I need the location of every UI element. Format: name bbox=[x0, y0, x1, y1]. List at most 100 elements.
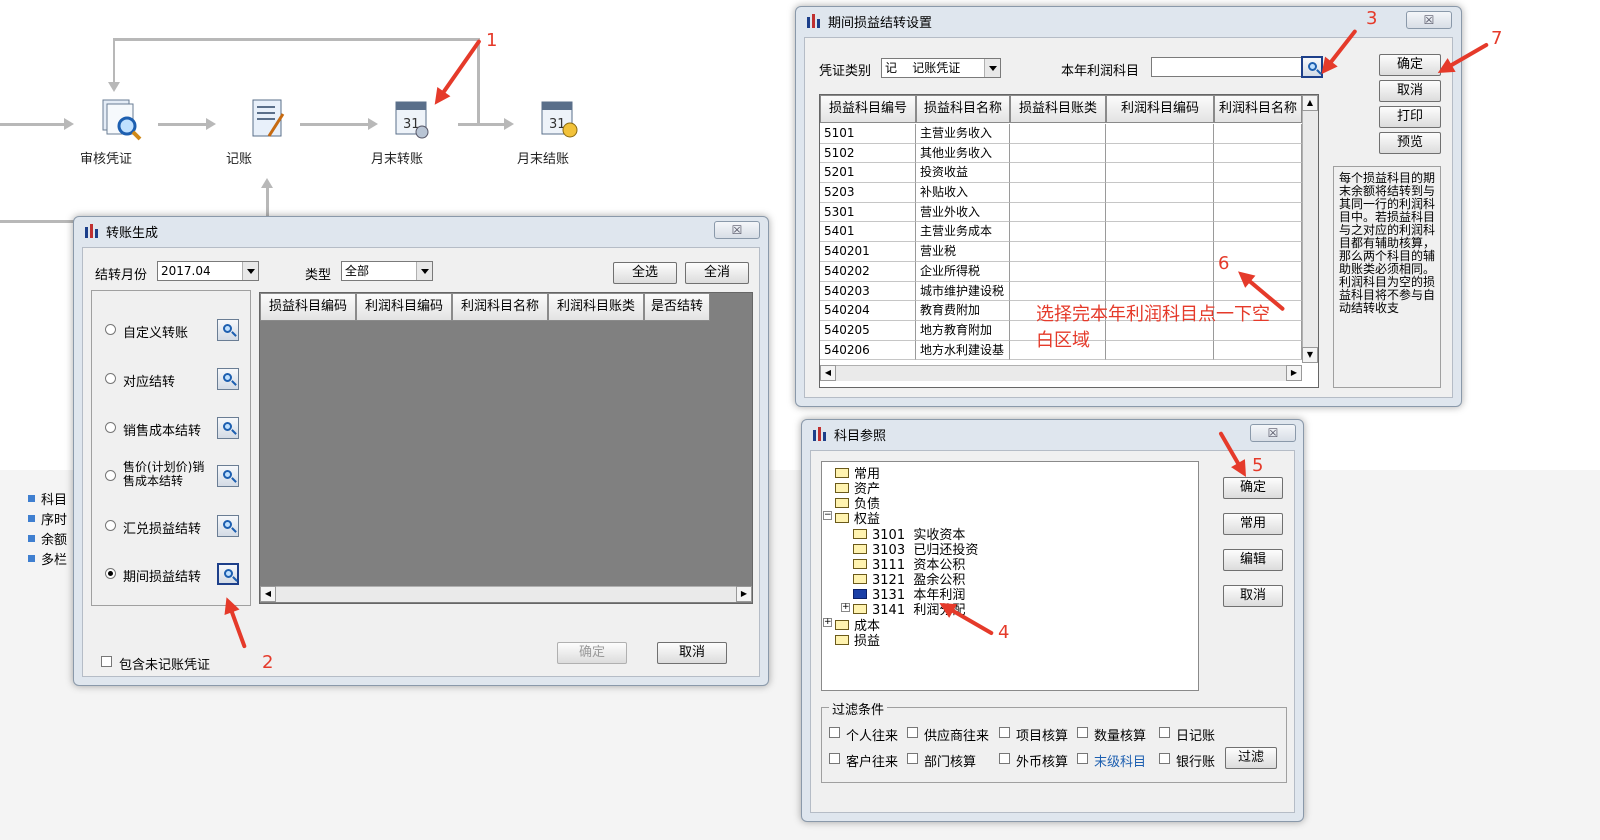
table-row[interactable]: 5301 营业外收入 bbox=[820, 202, 1302, 223]
voucher-type-select[interactable]: 记 记账凭证 bbox=[881, 58, 1001, 78]
confirm-button[interactable]: 确定 bbox=[1379, 54, 1441, 76]
table-row[interactable]: 5401 主营业务成本 bbox=[820, 222, 1302, 243]
table-row[interactable]: 5201 投资收益 bbox=[820, 163, 1302, 184]
filter-label: 银行账 bbox=[1176, 755, 1216, 770]
filter-checkbox[interactable] bbox=[829, 753, 840, 764]
filter-checkbox[interactable] bbox=[999, 727, 1010, 738]
type-select[interactable]: 全部 bbox=[341, 261, 433, 281]
preview-button[interactable]: 预览 bbox=[1379, 132, 1441, 154]
left-menu-list: 科目 序时 余额 多栏 bbox=[28, 488, 67, 568]
left-menu-item[interactable]: 科目 bbox=[28, 488, 67, 508]
filter-checkbox[interactable] bbox=[1159, 727, 1170, 738]
left-menu-item[interactable]: 序时 bbox=[28, 508, 67, 528]
dialog-title: 期间损益结转设置 bbox=[828, 15, 933, 31]
cancel-button[interactable]: 取消 bbox=[1223, 585, 1283, 607]
scroll-down-icon[interactable]: ▼ bbox=[1302, 347, 1318, 363]
month-select[interactable]: 2017.04 bbox=[157, 261, 259, 281]
flow-connector bbox=[113, 38, 479, 41]
table-row[interactable]: 540203 城市维护建设税 bbox=[820, 281, 1302, 302]
flow-node-month-close[interactable]: 31 月末结账 bbox=[517, 96, 597, 167]
transfer-generate-dialog: 转账生成 ☒ 结转月份 2017.04 类型 全部 全选 全消 自定义转账 对应… bbox=[73, 216, 769, 686]
scroll-right-icon[interactable]: ▶ bbox=[736, 586, 752, 602]
search-icon[interactable] bbox=[217, 515, 239, 537]
select-all-button[interactable]: 全选 bbox=[613, 262, 677, 284]
option-radio[interactable] bbox=[105, 324, 116, 335]
filter-button[interactable]: 过滤 bbox=[1225, 747, 1277, 769]
frequent-button[interactable]: 常用 bbox=[1223, 513, 1283, 535]
ok-button[interactable]: 确定 bbox=[557, 642, 627, 664]
close-button[interactable]: ☒ bbox=[1406, 11, 1452, 29]
option-radio-selected[interactable] bbox=[105, 568, 116, 579]
search-icon[interactable] bbox=[217, 368, 239, 390]
type-label: 类型 bbox=[305, 268, 332, 283]
annotation-number: 6 bbox=[1218, 253, 1230, 274]
collapse-icon[interactable]: − bbox=[823, 511, 832, 520]
option-label: 对应结转 bbox=[123, 375, 176, 390]
transfer-grid[interactable] bbox=[259, 292, 753, 604]
scroll-up-icon[interactable]: ▲ bbox=[1302, 95, 1318, 111]
print-button[interactable]: 打印 bbox=[1379, 106, 1441, 128]
grid-col-header[interactable]: 利润科目编码 bbox=[1106, 95, 1214, 123]
close-button[interactable]: ☒ bbox=[1250, 424, 1296, 442]
table-row[interactable]: 5102 其他业务收入 bbox=[820, 143, 1302, 164]
table-row[interactable]: 540201 营业税 bbox=[820, 242, 1302, 262]
folder-icon bbox=[835, 497, 849, 508]
vertical-scrollbar[interactable] bbox=[1302, 95, 1318, 363]
option-radio[interactable] bbox=[105, 520, 116, 531]
confirm-button[interactable]: 确定 bbox=[1223, 477, 1283, 499]
grid-col-header[interactable]: 损益科目编码 bbox=[260, 293, 356, 321]
filter-label: 日记账 bbox=[1176, 729, 1216, 744]
flow-node-label: 月末结账 bbox=[517, 152, 570, 167]
bullet-icon bbox=[28, 534, 35, 542]
search-icon[interactable] bbox=[217, 319, 239, 341]
grid-col-header[interactable]: 利润科目编码 bbox=[356, 293, 452, 321]
grid-col-header[interactable]: 损益科目名称 bbox=[916, 95, 1010, 123]
cancel-button[interactable]: 取消 bbox=[657, 642, 727, 664]
horizontal-scrollbar[interactable] bbox=[260, 586, 752, 602]
bullet-icon bbox=[28, 514, 35, 522]
left-menu-item[interactable]: 多栏 bbox=[28, 548, 67, 568]
grid-col-header[interactable]: 利润科目账类 bbox=[548, 293, 644, 321]
grid-col-header[interactable]: 是否结转 bbox=[644, 293, 710, 321]
table-row[interactable]: 5101 主营业务收入 bbox=[820, 124, 1302, 144]
tree-node[interactable]: 损益 bbox=[835, 630, 880, 649]
table-row[interactable]: 540202 企业所得税 bbox=[820, 261, 1302, 282]
search-icon[interactable] bbox=[217, 417, 239, 439]
expand-icon[interactable]: + bbox=[823, 618, 832, 627]
voucher-type-label: 凭证类别 bbox=[819, 64, 872, 79]
filter-checkbox[interactable] bbox=[907, 727, 918, 738]
filter-checkbox[interactable] bbox=[999, 753, 1010, 764]
grid-col-header[interactable]: 损益科目编号 bbox=[820, 95, 916, 123]
filter-checkbox[interactable] bbox=[829, 727, 840, 738]
flow-node-review[interactable]: 审核凭证 bbox=[80, 96, 160, 167]
filter-checkbox[interactable] bbox=[907, 753, 918, 764]
filter-checkbox[interactable] bbox=[1077, 753, 1088, 764]
grid-col-header[interactable]: 损益科目账类 bbox=[1010, 95, 1106, 123]
option-radio[interactable] bbox=[105, 422, 116, 433]
include-unposted-checkbox[interactable] bbox=[101, 656, 112, 667]
expand-icon[interactable]: + bbox=[841, 603, 850, 612]
filter-checkbox[interactable] bbox=[1077, 727, 1088, 738]
chevron-down-icon bbox=[416, 262, 432, 280]
search-icon[interactable] bbox=[217, 465, 239, 487]
option-radio[interactable] bbox=[105, 470, 116, 481]
scroll-right-icon[interactable]: ▶ bbox=[1286, 365, 1302, 381]
filter-checkbox[interactable] bbox=[1159, 753, 1170, 764]
folder-icon bbox=[853, 528, 867, 539]
horizontal-scrollbar[interactable] bbox=[820, 365, 1302, 381]
grid-col-header[interactable]: 利润科目名称 bbox=[1214, 95, 1302, 123]
edit-button[interactable]: 编辑 bbox=[1223, 549, 1283, 571]
table-row[interactable]: 5203 补贴收入 bbox=[820, 183, 1302, 203]
left-menu-item[interactable]: 余额 bbox=[28, 528, 67, 548]
grid-col-header[interactable]: 利润科目名称 bbox=[452, 293, 548, 321]
close-button[interactable]: ☒ bbox=[714, 221, 760, 239]
scroll-left-icon[interactable]: ◀ bbox=[820, 365, 836, 381]
deselect-all-button[interactable]: 全消 bbox=[685, 262, 749, 284]
search-icon[interactable] bbox=[217, 563, 239, 585]
scroll-left-icon[interactable]: ◀ bbox=[260, 586, 276, 602]
profit-account-input[interactable] bbox=[1151, 57, 1303, 77]
option-radio[interactable] bbox=[105, 373, 116, 384]
flow-node-post[interactable]: 记账 bbox=[226, 96, 306, 167]
cancel-button[interactable]: 取消 bbox=[1379, 80, 1441, 102]
calendar-transfer-icon: 31 bbox=[388, 96, 434, 142]
